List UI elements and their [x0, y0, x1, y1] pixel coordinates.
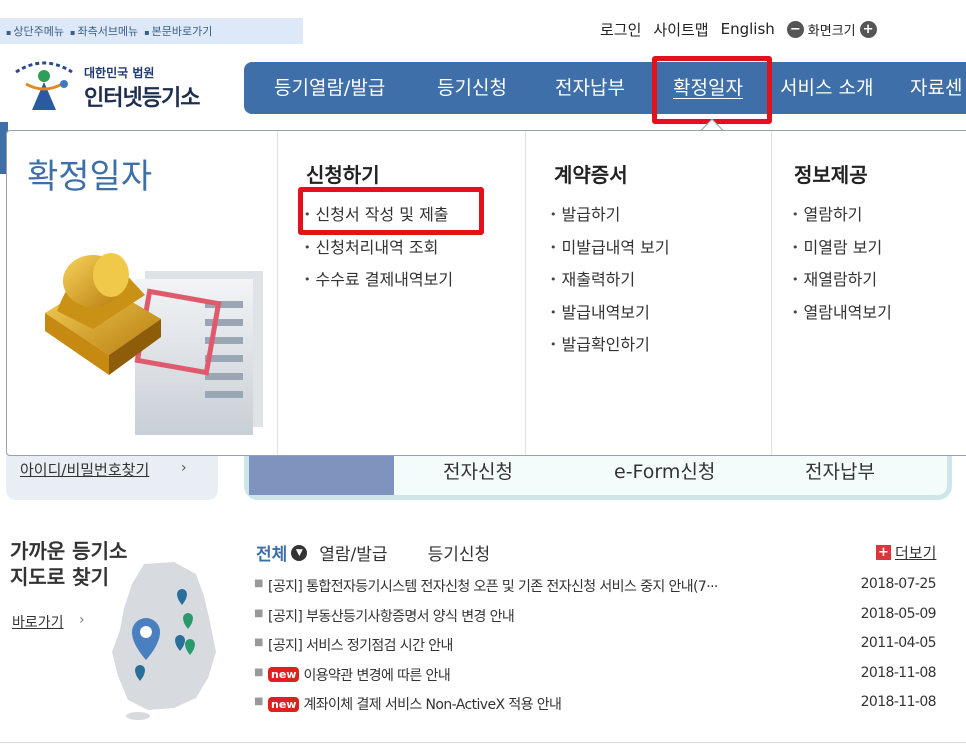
logo-subtitle: 대한민국 법원	[84, 66, 155, 80]
tab-registration[interactable]: 등기신청	[428, 540, 491, 565]
notice-list: ■ [공지] 통합전자등기시스템 전자신청 오픈 및 기존 전자신청 서비스 중…	[254, 576, 944, 724]
logo-title: 인터넷등기소	[84, 86, 200, 111]
go-map-link[interactable]: 바로가기	[12, 612, 64, 632]
nav-item-view-issue[interactable]: 등기열람/발급	[274, 62, 385, 114]
notice-item[interactable]: ■ [공지] 서비스 정기점검 시간 안내 2011-04-05	[254, 635, 944, 665]
shortcut-e-apply[interactable]: 전자신청	[443, 457, 513, 484]
menu-item-review[interactable]: 재열람하기	[792, 266, 892, 299]
menu-heading-contract: 계약증서	[554, 163, 628, 187]
sitemap-link[interactable]: 사이트맵	[653, 19, 708, 40]
new-badge: new	[268, 696, 300, 712]
chevron-right-icon: ›	[79, 612, 85, 628]
tab-all-label: 전체	[256, 545, 288, 565]
menu-item-issue[interactable]: 발급하기	[550, 201, 670, 234]
menu-column-info: 정보제공 열람하기 미열람 보기 재열람하기 열람내역보기	[771, 131, 966, 455]
notice-item[interactable]: ■ [공지] 통합전자등기시스템 전자신청 오픈 및 기존 전자신청 서비스 중…	[254, 576, 944, 606]
skip-link-content[interactable]: 본문바로가기	[144, 23, 213, 39]
more-button[interactable]: + 더보기	[876, 542, 936, 563]
bullet-icon: ■	[254, 696, 263, 707]
main-navigation: 등기열람/발급 등기신청 전자납부 확정일자 서비스 소개 자료센	[244, 62, 966, 114]
shortcut-eform[interactable]: e-Form신청	[614, 457, 715, 484]
font-size-label: 화면크기	[807, 23, 856, 39]
mega-menu-fixed-date: 확정일자 신청하기 신청서 작성 및 제출 신청처리내역 조회	[6, 130, 966, 456]
login-link[interactable]: 로그인	[600, 19, 641, 40]
mega-menu-title: 확정일자	[27, 157, 153, 197]
new-badge: new	[268, 667, 300, 682]
menu-item-fee-history[interactable]: 수수료 결제내역보기	[304, 266, 454, 299]
menu-item-process-status[interactable]: 신청처리내역 조회	[304, 234, 453, 267]
utility-bar: 로그인 사이트맵 English − 화면크기 +	[600, 18, 877, 40]
bullet-icon: ■	[254, 607, 263, 619]
notice-date: 2018-11-08	[860, 664, 937, 681]
notice-date: 2018-05-09	[860, 605, 937, 622]
menu-item-view[interactable]: 열람하기	[792, 201, 892, 234]
nav-item-service-intro[interactable]: 서비스 소개	[780, 62, 873, 114]
skip-link-left-menu[interactable]: 좌측서브메뉴	[70, 23, 138, 39]
chevron-down-icon: ▼	[291, 544, 308, 561]
notice-item[interactable]: ■ new 계좌이체 결제 서비스 Non-ActiveX 적용 안내 2018-…	[254, 694, 944, 724]
nav-item-resource-center[interactable]: 자료센	[910, 62, 962, 114]
zoom-out-icon[interactable]: −	[786, 20, 804, 38]
highlight-box-nav	[652, 56, 772, 124]
menu-column-apply: 신청하기 신청서 작성 및 제출 신청처리내역 조회 수수료 결제내역보기	[277, 131, 525, 455]
bullet-icon: ■	[254, 666, 263, 678]
more-label: 더보기	[895, 544, 937, 562]
chevron-right-icon: ›	[181, 460, 187, 476]
notice-date: 2018-11-08	[860, 694, 937, 710]
menu-column-contract: 계약증서 발급하기 미발급내역 보기 재출력하기 발급내역보기 발급확인하기	[525, 131, 771, 455]
menu-item-unviewed[interactable]: 미열람 보기	[792, 234, 892, 267]
skip-navigation: 상단주메뉴 좌측서브메뉴 본문바로가기	[0, 18, 303, 44]
notice-date: 2011-04-05	[860, 635, 937, 651]
menu-item-unissued[interactable]: 미발급내역 보기	[550, 234, 670, 267]
site-logo[interactable]: 대한민국 법원 인터넷등기소	[8, 54, 228, 116]
menu-heading-info: 정보제공	[794, 163, 868, 187]
nav-item-registration[interactable]: 등기신청	[437, 62, 507, 114]
stamp-illustration-icon	[45, 253, 263, 435]
font-size-control: − 화면크기 +	[786, 20, 877, 39]
notice-title[interactable]: 이용약관 변경에 따른 안내	[303, 665, 450, 685]
plus-icon: +	[876, 545, 891, 560]
menu-heading-apply: 신청하기	[306, 163, 380, 187]
find-account-link[interactable]: 아이디/비밀번호찾기	[20, 459, 149, 480]
menu-item-issue-history[interactable]: 발급내역보기	[550, 299, 670, 332]
notice-date: 2018-07-25	[860, 576, 937, 592]
menu-item-reprint[interactable]: 재출력하기	[550, 266, 670, 299]
notice-item[interactable]: ■ new 이용약관 변경에 따른 안내 2018-11-08	[254, 665, 944, 695]
skip-link-top-menu[interactable]: 상단주메뉴	[6, 23, 64, 39]
court-emblem-icon	[15, 61, 73, 110]
notice-title[interactable]: [공지] 서비스 정기점검 시간 안내	[268, 635, 453, 655]
menu-item-view-history[interactable]: 열람내역보기	[792, 299, 892, 332]
notice-title[interactable]: [공지] 부동산등기사항증명서 양식 변경 안내	[268, 606, 515, 626]
shortcut-e-payment[interactable]: 전자납부	[805, 457, 875, 484]
notice-item[interactable]: ■ [공지] 부동산등기사항증명서 양식 변경 안내 2018-05-09	[254, 606, 944, 636]
english-link[interactable]: English	[721, 20, 775, 38]
highlight-box-menu-item	[298, 187, 484, 235]
korea-map-icon[interactable]	[104, 560, 218, 722]
notice-title[interactable]: [공지] 통합전자등기시스템 전자신청 오픈 및 기존 전자신청 서비스 중지 …	[268, 576, 718, 596]
nav-item-e-payment[interactable]: 전자납부	[555, 62, 625, 114]
bullet-icon: ■	[254, 637, 263, 648]
tab-all[interactable]: 전체 ▼	[256, 540, 308, 565]
tab-view-issue[interactable]: 열람/발급	[319, 540, 387, 565]
notice-tabs: 전체 ▼ 열람/발급 등기신청	[256, 540, 490, 565]
divider	[0, 742, 966, 743]
bullet-icon: ■	[254, 578, 263, 589]
notice-title[interactable]: 계좌이체 결제 서비스 Non-ActiveX 적용 안내	[303, 694, 561, 714]
zoom-in-icon[interactable]: +	[859, 20, 877, 38]
menu-item-issue-verify[interactable]: 발급확인하기	[550, 331, 670, 364]
